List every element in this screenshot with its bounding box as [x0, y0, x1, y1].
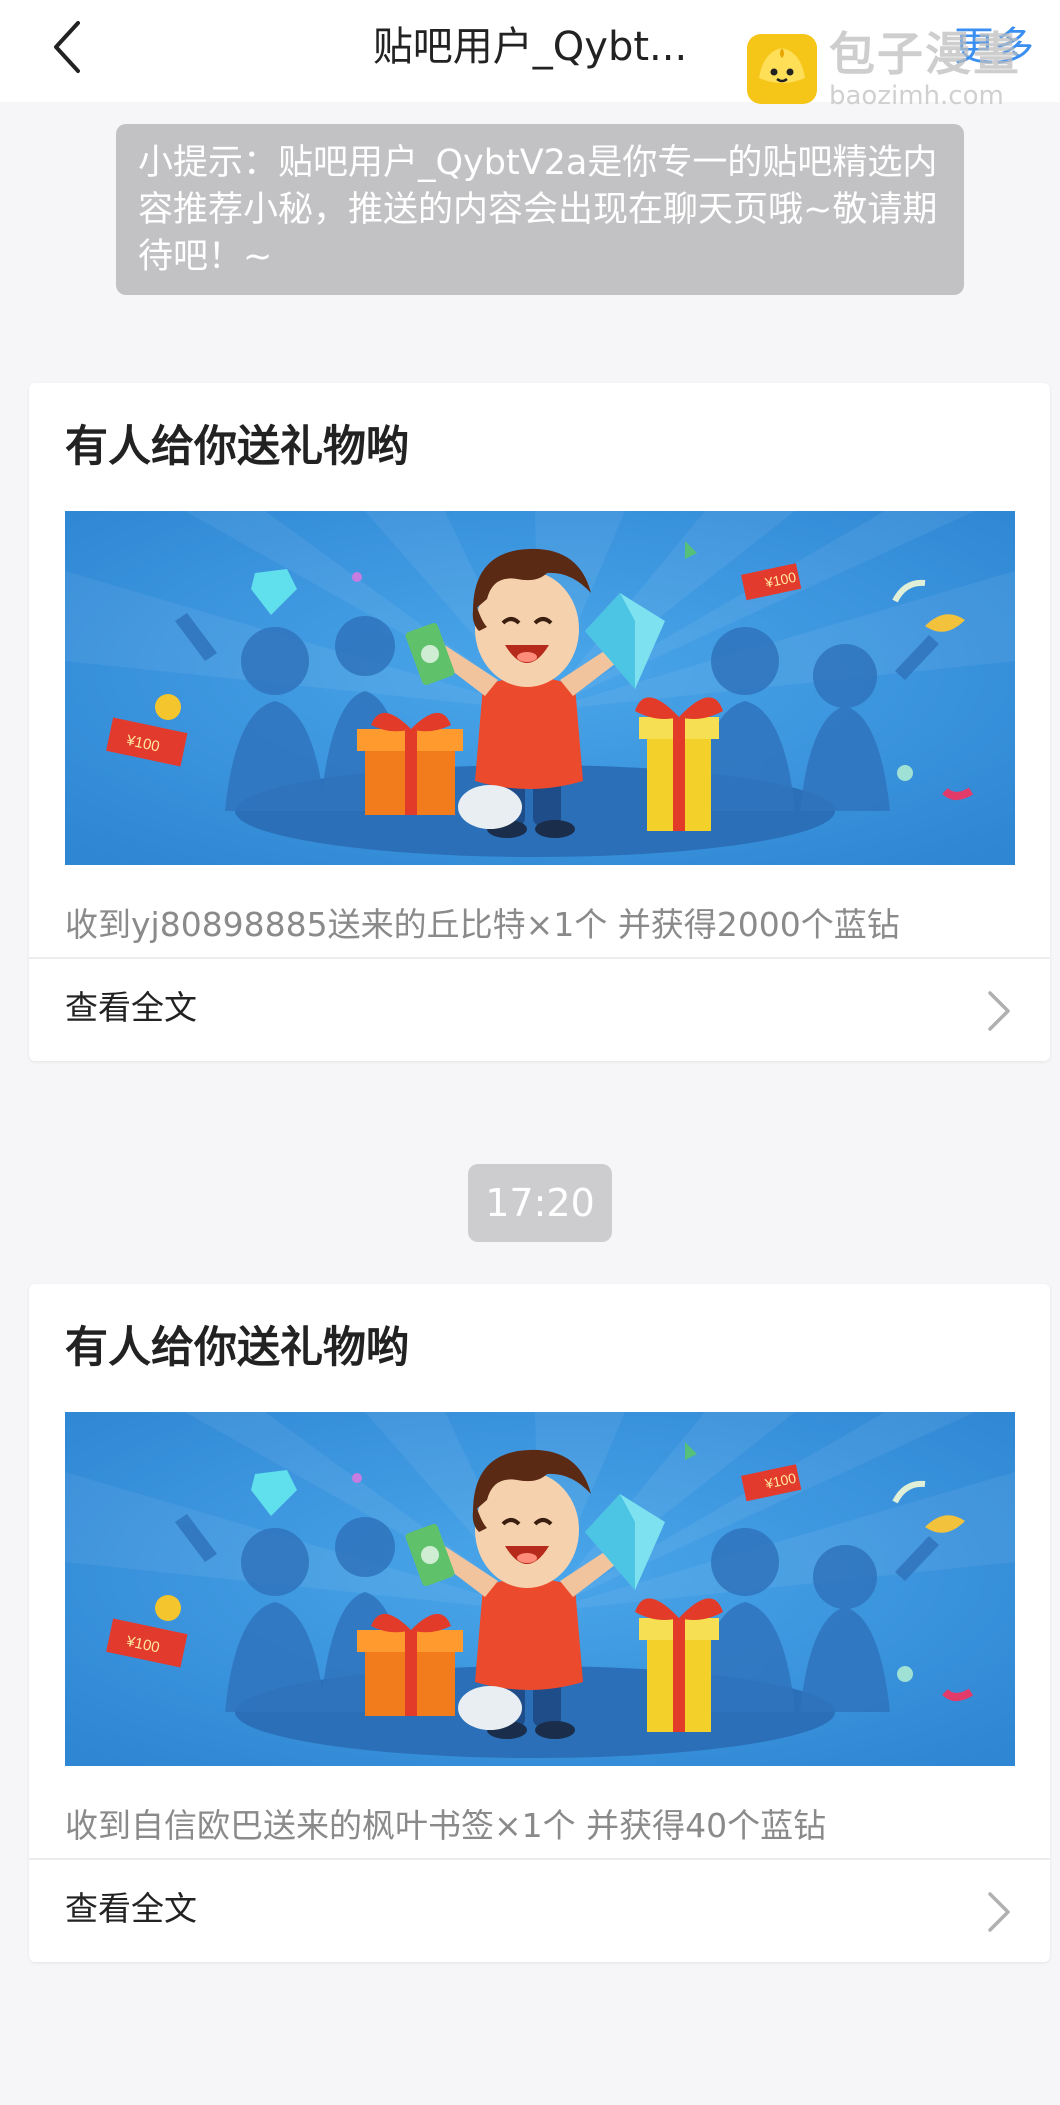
card-title: 有人给你送礼物哟 — [65, 1323, 409, 1373]
timestamp-badge: 17:20 — [468, 1164, 612, 1242]
more-button[interactable]: 更多 — [954, 14, 1034, 80]
chevron-right-icon — [988, 991, 1010, 1031]
gift-description: 收到yj80898885送来的丘比特×1个 并获得2000个蓝钻 — [65, 905, 900, 944]
chevron-left-icon — [54, 21, 80, 73]
card-title: 有人给你送礼物哟 — [65, 422, 409, 472]
gift-message-card: 有人给你送礼物哟 ¥100 ¥100 收到yj80898885送来的丘比特×1个… — [29, 383, 1050, 1061]
gift-banner-image[interactable]: ¥100 ¥100 — [65, 511, 1015, 865]
tip-message: 小提示：贴吧用户_QybtV2a是你专一的贴吧精选内容推荐小秘，推送的内容会出现… — [116, 124, 964, 295]
gift-banner-image[interactable]: ¥100 ¥100 — [65, 1412, 1015, 1766]
top-navigation-bar: 贴吧用户_Qybt... 更多 — [0, 0, 1060, 102]
back-button[interactable] — [52, 14, 108, 80]
chat-page: 贴吧用户_Qybt... 更多 包子漫畫 baozimh.com 小提示：贴吧用… — [0, 0, 1060, 2105]
read-more-row[interactable]: 查看全文 — [29, 1860, 1050, 1962]
read-more-label: 查看全文 — [65, 1889, 197, 1928]
chevron-right-icon — [988, 1892, 1010, 1932]
gift-description: 收到自信欧巴送来的枫叶书签×1个 并获得40个蓝钻 — [65, 1806, 827, 1845]
gift-message-card: 有人给你送礼物哟 ¥100 ¥100 收到自信欧巴送来的枫叶书签×1个 并获得4… — [29, 1284, 1050, 1962]
read-more-row[interactable]: 查看全文 — [29, 959, 1050, 1061]
read-more-label: 查看全文 — [65, 988, 197, 1027]
chat-title: 贴吧用户_Qybt... — [372, 24, 688, 70]
